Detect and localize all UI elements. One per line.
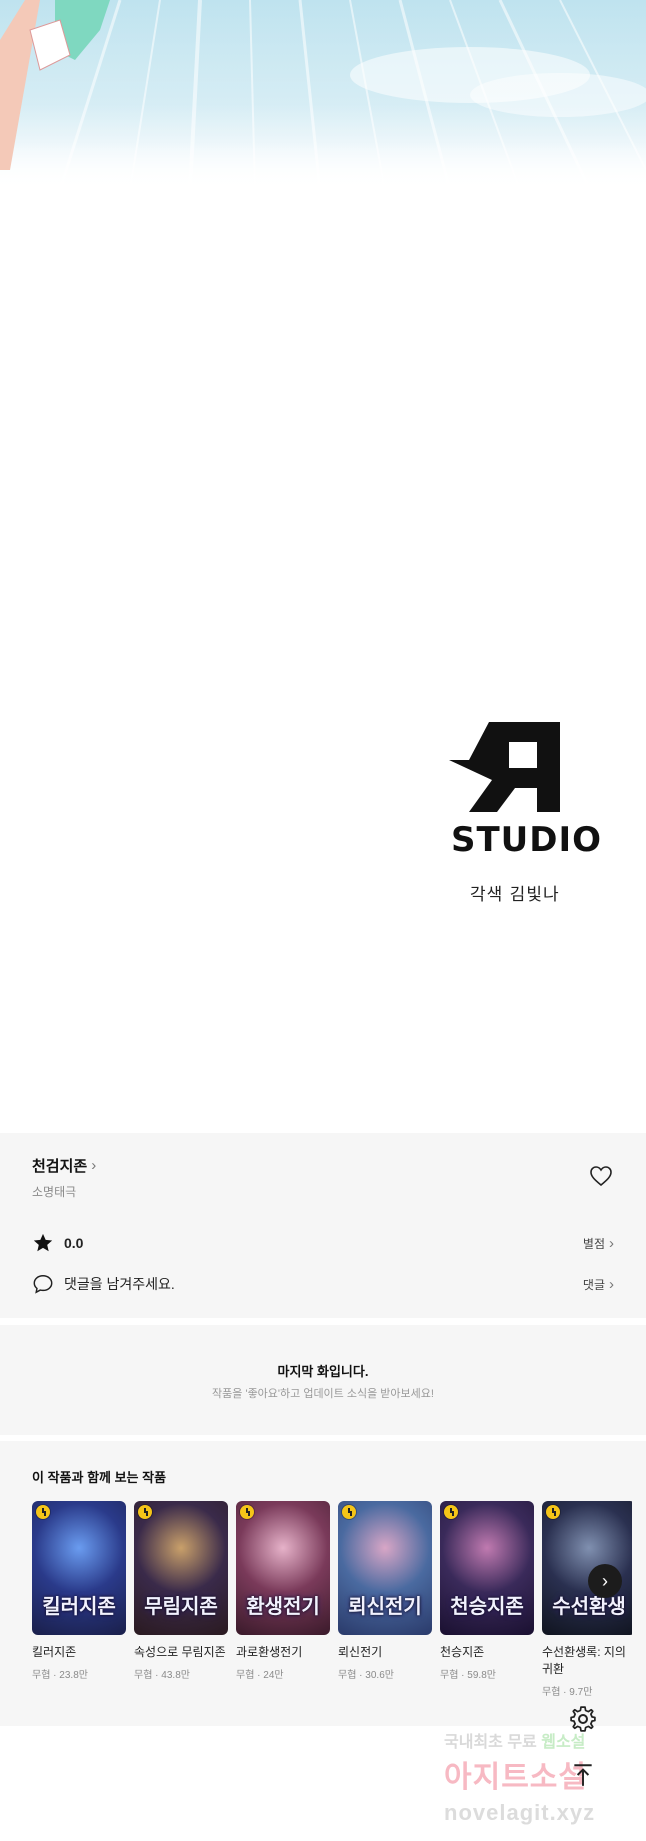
gear-icon[interactable] xyxy=(568,1704,598,1734)
recommendation-meta: 무협 · 9.7만 xyxy=(542,1687,593,1698)
watermark-tagline-text: 국내최초 무료 xyxy=(444,1734,537,1751)
cover-title-art: 뢰신전기 xyxy=(348,1594,422,1618)
recommendation-card[interactable]: 수선환생 수선환생록: 지의 귀환 무협 · 9.7만 xyxy=(542,1501,632,1698)
series-title: 천검지존 xyxy=(32,1158,88,1175)
watermark-tagline-highlight: 웹소설 xyxy=(541,1734,586,1751)
site-watermark: 국내최초 무료 웹소설 아지트소설 novelagit.xyz xyxy=(444,1728,644,1838)
cover-title-art: 무림지존 xyxy=(144,1594,218,1618)
recommendation-meta: 무협 · 24만 xyxy=(236,1670,284,1681)
speech-bubble-icon xyxy=(33,1275,53,1294)
cover-title-art: 천승지존 xyxy=(450,1594,524,1618)
recommendation-title: 과로환생전기 xyxy=(236,1645,303,1659)
clock-badge-icon xyxy=(240,1505,254,1519)
recommendation-meta: 무협 · 43.8만 xyxy=(134,1670,190,1681)
recommendation-meta: 무협 · 23.8만 xyxy=(32,1670,88,1681)
carousel-next-button[interactable]: › xyxy=(588,1564,622,1598)
chevron-right-icon: › xyxy=(609,1275,614,1293)
adaptation-credit: 각색 김빛나 xyxy=(470,885,560,905)
recommendations-panel: 이 작품과 함께 보는 작품 킬러지존 킬러지존 무협 · 23.8만 무림지존… xyxy=(0,1441,646,1726)
clock-badge-icon xyxy=(546,1505,560,1519)
rate-button-label: 별점 xyxy=(582,1236,605,1251)
watermark-url: novelagit.xyz xyxy=(444,1800,596,1825)
watermark-tagline: 국내최초 무료 웹소설 xyxy=(444,1728,585,1752)
recommendation-card[interactable]: 킬러지존 킬러지존 무협 · 23.8만 xyxy=(32,1501,126,1681)
chevron-right-icon: › xyxy=(602,1570,608,1591)
chevron-right-icon: › xyxy=(609,1234,614,1252)
cover-thumbnail: 수선환생 xyxy=(542,1501,632,1635)
cover-title-art: 환생전기 xyxy=(246,1594,320,1618)
watermark-brand: 아지트소설 xyxy=(444,1761,587,1794)
recommendation-card[interactable]: 천승지존 천승지존 무협 · 59.8만 xyxy=(440,1501,534,1681)
last-episode-notice: 마지막 화입니다. 작품을 '좋아요'하고 업데이트 소식을 받아보세요! xyxy=(0,1325,646,1435)
cover-thumbnail: 무림지존 xyxy=(134,1501,228,1635)
last-episode-title: 마지막 화입니다. xyxy=(277,1364,369,1379)
arrow-up-to-top-icon[interactable] xyxy=(570,1762,596,1788)
comments-button[interactable]: 댓글 › xyxy=(583,1276,614,1293)
rating-row: 0.0 별점 › xyxy=(32,1232,614,1254)
cover-title-art: 수선환생 xyxy=(552,1594,626,1618)
recommendation-card[interactable]: 무림지존 속성으로 무림지존 무협 · 43.8만 xyxy=(134,1501,228,1681)
chevron-right-icon: › xyxy=(91,1157,97,1174)
series-author: 소명태극 xyxy=(32,1185,77,1199)
recommendation-meta: 무협 · 59.8만 xyxy=(440,1670,496,1681)
clock-badge-icon xyxy=(36,1505,50,1519)
recommendation-title: 속성으로 무림지존 xyxy=(134,1645,226,1659)
cover-title-art: 킬러지존 xyxy=(42,1594,116,1618)
recommendation-carousel: 킬러지존 킬러지존 무협 · 23.8만 무림지존 속성으로 무림지존 무협 ·… xyxy=(32,1501,632,1716)
recommendation-card[interactable]: 환생전기 과로환생전기 무협 · 24만 xyxy=(236,1501,330,1681)
series-info-panel: 천검지존 › 소명태극 0.0 별점 › 댓글을 남겨주세요. 댓글 › xyxy=(0,1133,646,1318)
rating-value: 0.0 xyxy=(64,1235,84,1251)
recommendation-title: 수선환생록: 지의 귀환 xyxy=(542,1645,626,1676)
recommendations-heading: 이 작품과 함께 보는 작품 xyxy=(32,1470,167,1485)
comment-row[interactable]: 댓글을 남겨주세요. 댓글 › xyxy=(32,1273,614,1295)
cover-thumbnail: 환생전기 xyxy=(236,1501,330,1635)
recommendation-title: 킬러지존 xyxy=(32,1645,77,1659)
character-arm-illustration xyxy=(0,0,110,170)
heart-outline-icon[interactable] xyxy=(589,1164,613,1188)
clock-badge-icon xyxy=(138,1505,152,1519)
comment-prompt: 댓글을 남겨주세요. xyxy=(64,1276,175,1292)
cover-thumbnail: 천승지존 xyxy=(440,1501,534,1635)
clock-badge-icon xyxy=(342,1505,356,1519)
studio-logo-text: STUDIO xyxy=(451,820,603,860)
comments-button-label: 댓글 xyxy=(582,1277,605,1292)
recommendation-title: 천승지존 xyxy=(440,1645,485,1659)
rate-button[interactable]: 별점 › xyxy=(583,1235,614,1252)
recommendation-meta: 무협 · 30.6만 xyxy=(338,1670,394,1681)
recommendation-title: 뢰신전기 xyxy=(338,1645,383,1659)
clock-badge-icon xyxy=(444,1505,458,1519)
series-title-link[interactable]: 천검지존 › xyxy=(32,1155,96,1176)
cover-thumbnail: 킬러지존 xyxy=(32,1501,126,1635)
recommendation-card[interactable]: 뢰신전기 뢰신전기 무협 · 30.6만 xyxy=(338,1501,432,1681)
last-episode-subtitle: 작품을 '좋아요'하고 업데이트 소식을 받아보세요! xyxy=(212,1388,434,1400)
star-icon xyxy=(33,1233,53,1252)
cover-thumbnail: 뢰신전기 xyxy=(338,1501,432,1635)
episode-artwork-top xyxy=(0,0,646,190)
